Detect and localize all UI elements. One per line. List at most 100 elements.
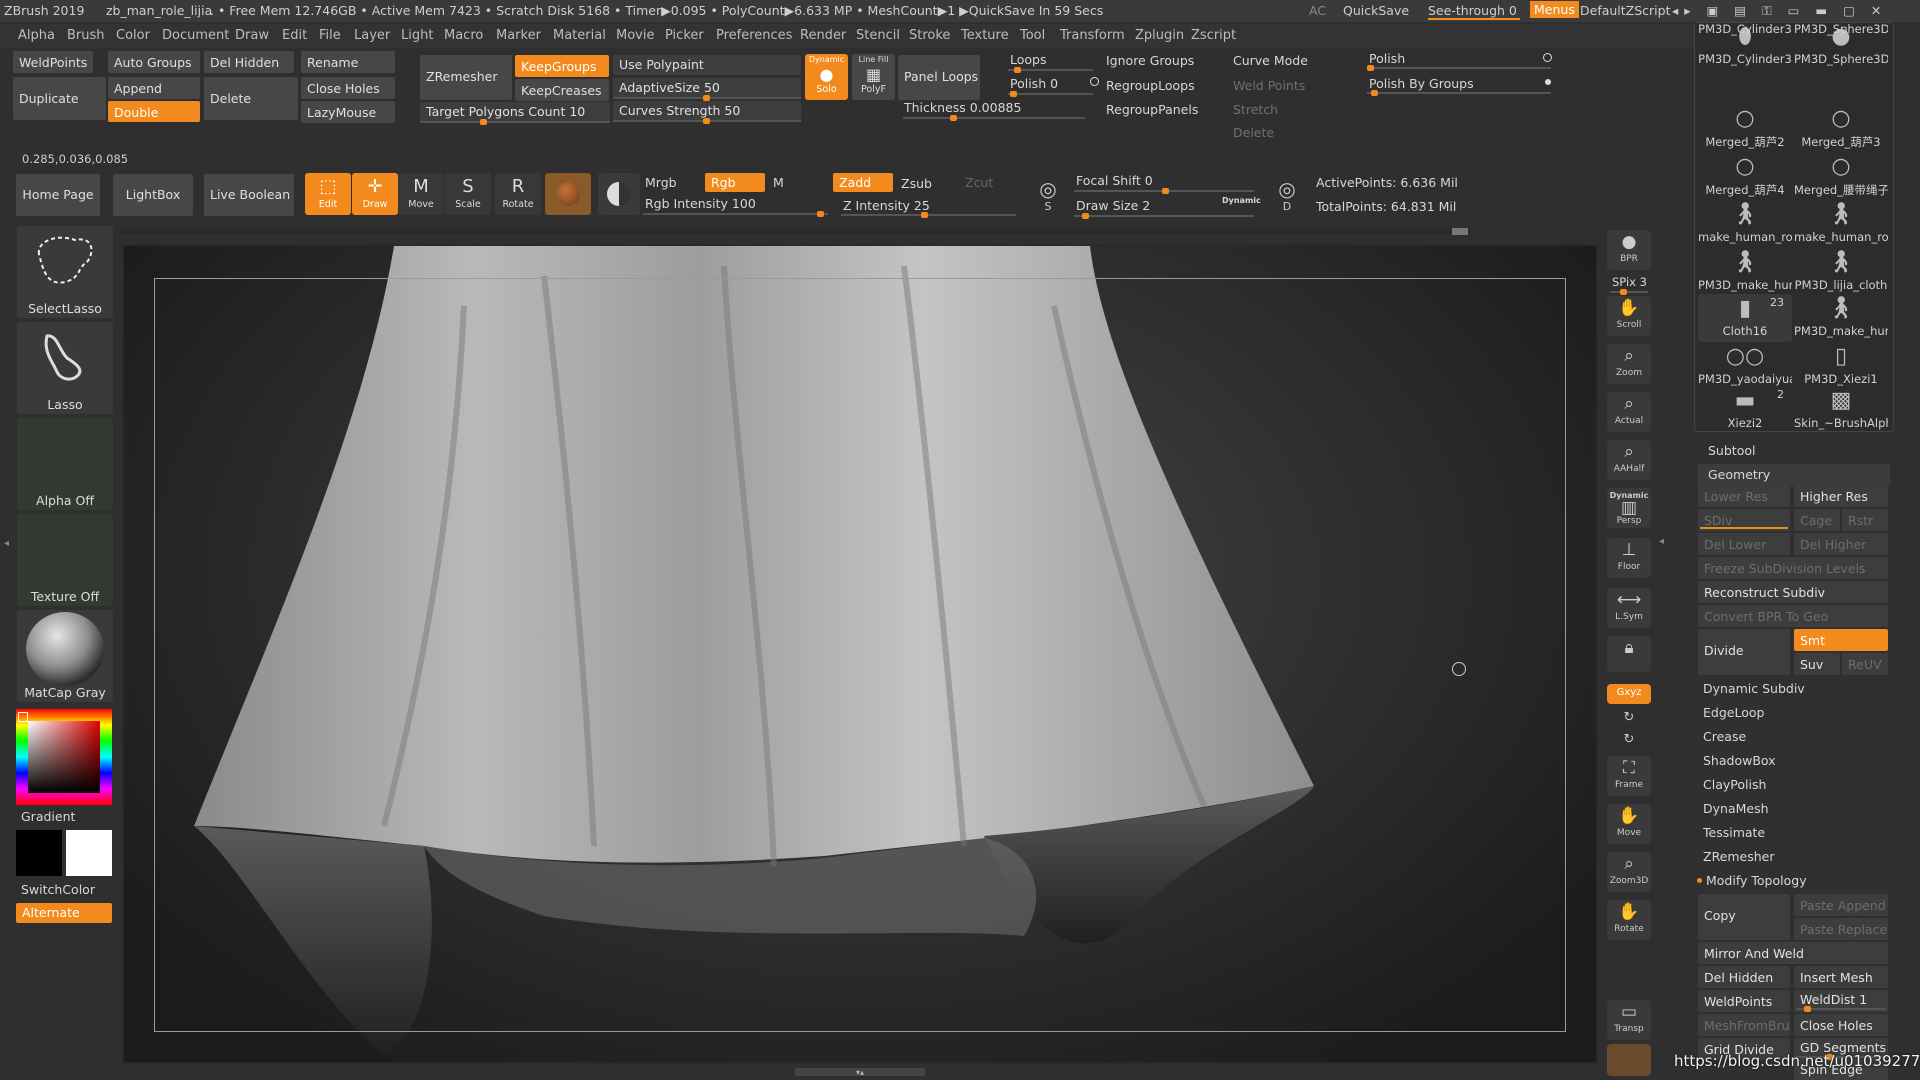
menu-picker[interactable]: Picker	[665, 28, 704, 43]
m-toggle[interactable]: M	[773, 175, 784, 190]
suv-toggle[interactable]: Suv	[1794, 653, 1840, 675]
tool-thumb[interactable]: ▩ Skin_~BrushAlph	[1794, 386, 1888, 434]
zadd-toggle[interactable]: Zadd	[833, 173, 893, 192]
target-polygons-slider[interactable]: Target Polygons Count 10	[420, 102, 610, 122]
zoom3d-button[interactable]: ⌕ Zoom3D	[1607, 852, 1651, 892]
rgb-toggle[interactable]: Rgb	[705, 173, 765, 192]
live-boolean-button[interactable]: Live Boolean	[204, 174, 294, 216]
del-higher-button[interactable]: Del Higher	[1794, 533, 1888, 555]
tool-thumb[interactable]: ○ Merged_葫芦2	[1698, 104, 1792, 152]
append-button[interactable]: Append	[108, 77, 200, 99]
tool-thumb-top[interactable]: PM3D_Cylinder3	[1698, 22, 1792, 42]
reconstruct-subdiv-button[interactable]: Reconstruct Subdiv	[1698, 581, 1888, 603]
subtool-header[interactable]: Subtool	[1708, 443, 1755, 458]
material-swatch[interactable]	[545, 173, 591, 215]
mrgb-toggle[interactable]: Mrgb	[645, 175, 677, 190]
solo-button[interactable]: Dynamic ● Solo	[805, 54, 848, 100]
main-color-swatch[interactable]	[66, 830, 112, 876]
keepcreases-toggle[interactable]: KeepCreases	[515, 79, 609, 101]
y-rotate-icon[interactable]: ↻	[1607, 708, 1651, 728]
menu-macro[interactable]: Macro	[444, 28, 483, 43]
convert-bpr-button[interactable]: Convert BPR To Geo	[1698, 605, 1888, 627]
lightbox-button[interactable]: LightBox	[113, 174, 193, 216]
perspective-button[interactable]: Dynamic ▥ Persp	[1607, 488, 1651, 528]
menu-draw[interactable]: Draw	[235, 28, 269, 43]
claypolish-section[interactable]: ClayPolish	[1703, 777, 1766, 792]
bottom-tray-handle-icon[interactable]: ▾▴	[795, 1068, 925, 1077]
move-mode-button[interactable]: M Move	[398, 173, 444, 215]
curve-mode-toggle[interactable]: Curve Mode	[1233, 53, 1308, 68]
rename-button[interactable]: Rename	[301, 51, 395, 73]
quicksave-button[interactable]: QuickSave	[1343, 3, 1409, 18]
polish-by-groups-slider[interactable]: Polish By Groups	[1369, 76, 1474, 91]
menu-brush[interactable]: Brush	[67, 28, 105, 43]
rstr-button[interactable]: Rstr	[1842, 509, 1888, 531]
freeze-subdiv-button[interactable]: Freeze SubDivision Levels	[1698, 557, 1888, 579]
polish-radio-icon[interactable]	[1090, 77, 1099, 86]
color-picker[interactable]	[16, 709, 112, 805]
edgeloop-section[interactable]: EdgeLoop	[1703, 705, 1764, 720]
close-holes-button[interactable]: Close Holes	[301, 77, 395, 99]
regroup-panels-toggle[interactable]: RegroupPanels	[1106, 102, 1198, 117]
color-sphere-button[interactable]	[598, 173, 640, 215]
dynamesh-section[interactable]: DynaMesh	[1703, 801, 1769, 816]
local-symmetry-button[interactable]: ⟷ L.Sym	[1607, 588, 1651, 628]
menu-color[interactable]: Color	[116, 28, 150, 43]
zremesher-button[interactable]: ZRemesher	[420, 55, 512, 100]
menu-alpha[interactable]: Alpha	[18, 28, 55, 43]
actual-size-button[interactable]: ⌕ Actual	[1607, 392, 1651, 432]
delete-disabled-button[interactable]: Delete	[1233, 125, 1274, 140]
polish-label[interactable]: Polish	[1369, 51, 1405, 66]
scale-mode-button[interactable]: S Scale	[445, 173, 491, 215]
menu-stencil[interactable]: Stencil	[856, 28, 900, 43]
weldpoints-button[interactable]: WeldPoints	[13, 51, 93, 73]
tool-thumb[interactable]: ○ Merged_葫芦3	[1794, 104, 1888, 152]
menu-preferences[interactable]: Preferences	[716, 28, 792, 43]
bpr-render-button[interactable]: ● BPR	[1607, 230, 1651, 270]
home-page-button[interactable]: Home Page	[16, 174, 100, 216]
modify-topology-section[interactable]: Modify Topology	[1706, 873, 1807, 888]
polish-groups-dot-icon[interactable]	[1545, 79, 1551, 85]
keepgroups-toggle[interactable]: KeepGroups	[515, 55, 609, 77]
menu-file[interactable]: File	[319, 28, 341, 43]
menu-render[interactable]: Render	[800, 28, 846, 43]
menu-edit[interactable]: Edit	[282, 28, 307, 43]
zsub-toggle[interactable]: Zsub	[901, 176, 932, 191]
geometry-header[interactable]: Geometry	[1708, 467, 1770, 482]
mesh-from-brush-button[interactable]: MeshFromBrush	[1698, 1014, 1790, 1036]
tool-thumb[interactable]: 🚶︎ PM3D_make_hur	[1794, 294, 1888, 342]
brush-lasso-button[interactable]: Lasso	[17, 322, 113, 414]
ignore-groups-toggle[interactable]: Ignore Groups	[1106, 53, 1194, 68]
focal-shift-slider[interactable]: Focal Shift 0	[1076, 173, 1153, 188]
aahalf-button[interactable]: ⌕ AAHalf	[1607, 440, 1651, 480]
smt-toggle[interactable]: Smt	[1794, 629, 1888, 651]
del-hidden-button[interactable]: Del Hidden	[204, 51, 294, 73]
menu-zscript[interactable]: Zscript	[1191, 28, 1236, 43]
menu-document[interactable]: Document	[162, 28, 229, 43]
lower-res-button[interactable]: Lower Res	[1698, 485, 1790, 507]
polish-slider[interactable]: Polish 0	[1010, 76, 1058, 91]
lock-button[interactable]: 🔒︎	[1607, 636, 1651, 672]
shelf-scroll-handle[interactable]	[1452, 228, 1468, 235]
insert-mesh-button[interactable]: Insert Mesh	[1794, 966, 1888, 988]
crease-section[interactable]: Crease	[1703, 729, 1746, 744]
thickness-slider[interactable]: Thickness 0.00885	[904, 100, 1021, 115]
menu-layer[interactable]: Layer	[354, 28, 390, 43]
tool-thumb-selected[interactable]: ▮ Cloth16 23	[1698, 294, 1792, 342]
d-lock-button[interactable]: ◎ D	[1272, 178, 1302, 213]
switchcolor-button[interactable]: SwitchColor	[21, 882, 95, 897]
shadowbox-section[interactable]: ShadowBox	[1703, 753, 1776, 768]
alpha-off-button[interactable]: Alpha Off	[17, 418, 113, 510]
draw-size-slider[interactable]: Draw Size 2	[1076, 198, 1150, 213]
floor-button[interactable]: ⊥ Floor	[1607, 538, 1651, 578]
menu-texture[interactable]: Texture	[961, 28, 1009, 43]
delete-button[interactable]: Delete	[204, 77, 298, 120]
zremesher-section[interactable]: ZRemesher	[1703, 849, 1775, 864]
menus-toggle[interactable]: Menus	[1530, 1, 1579, 18]
mirror-and-weld-button[interactable]: Mirror And Weld	[1698, 942, 1888, 964]
menu-tool[interactable]: Tool	[1020, 28, 1045, 43]
higher-res-button[interactable]: Higher Res	[1794, 485, 1888, 507]
tool-thumb[interactable]: ○ Merged_葫芦4	[1698, 152, 1792, 200]
dynamic-subdiv-section[interactable]: Dynamic Subdiv	[1703, 681, 1805, 696]
double-button[interactable]: Double	[108, 101, 200, 122]
